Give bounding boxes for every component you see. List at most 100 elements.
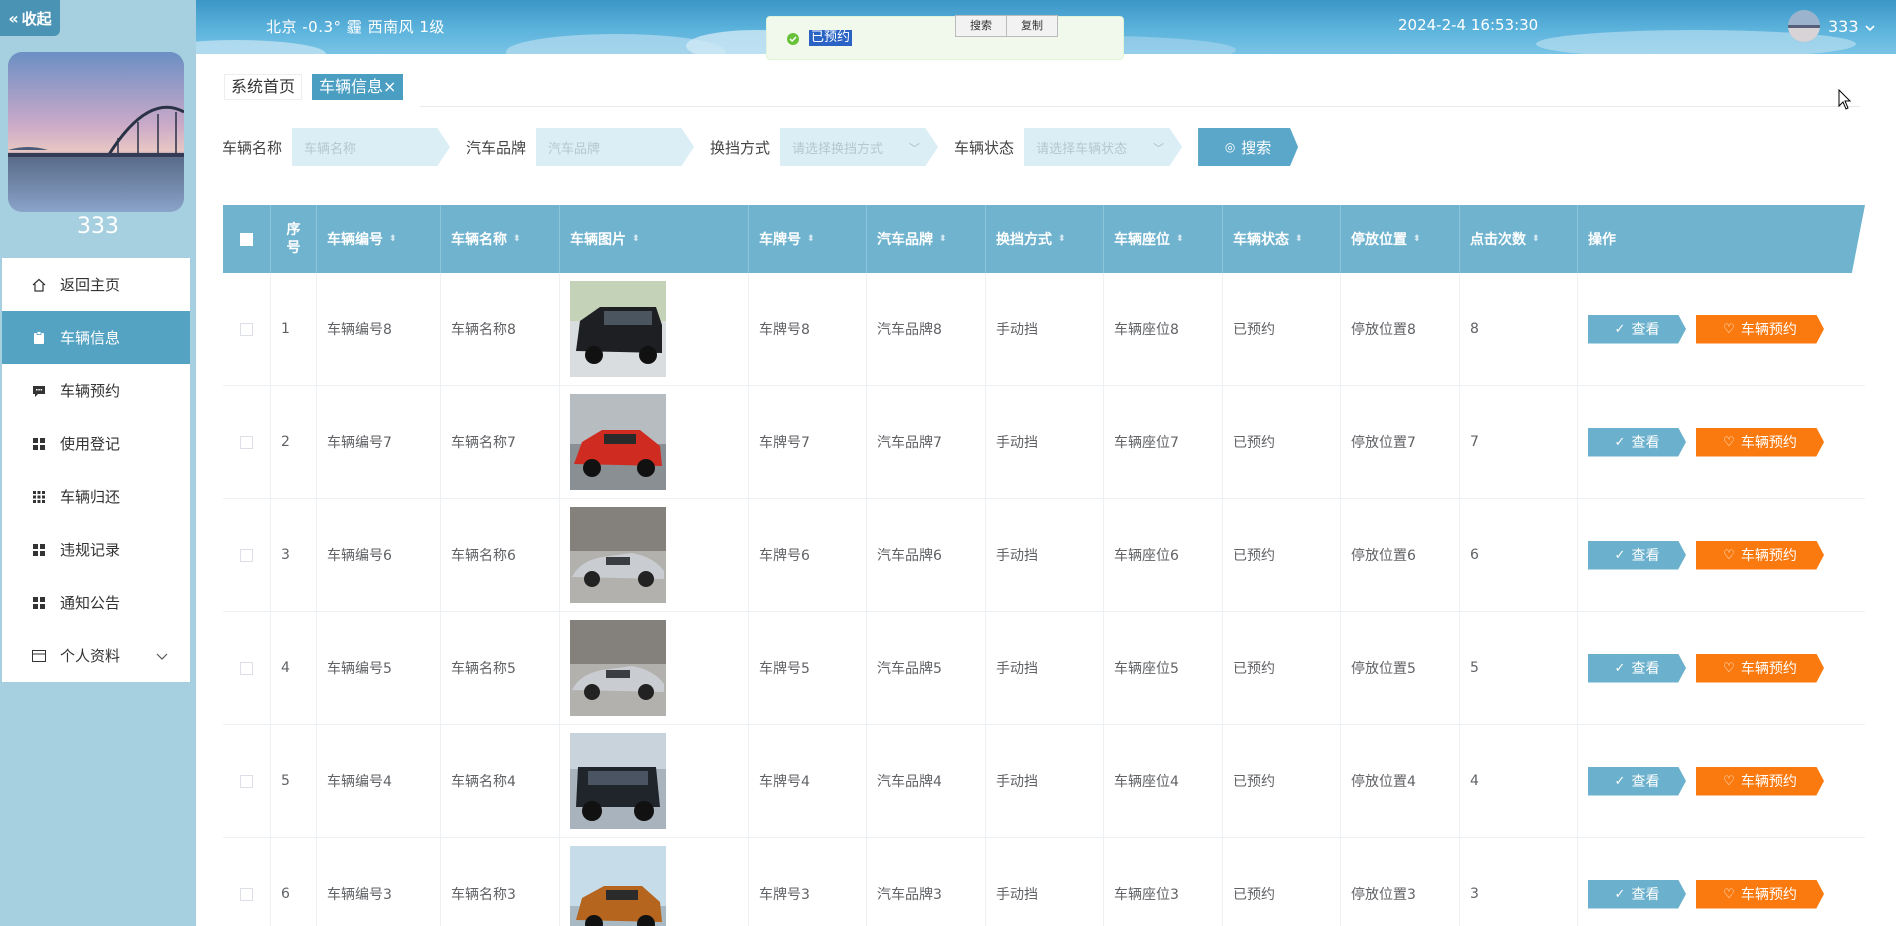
col-status[interactable]: 车辆状态 ⬍ xyxy=(1223,205,1341,273)
sidebar-item-vehicle-return[interactable]: 车辆归还 xyxy=(2,470,190,523)
row-checkbox[interactable] xyxy=(223,725,271,837)
cell-actions: ✓ 查看 ♡ 车辆预约 xyxy=(1578,499,1865,611)
row-checkbox[interactable] xyxy=(223,838,271,926)
car-image[interactable] xyxy=(570,394,666,490)
sort-icon[interactable]: ⬍ xyxy=(1295,234,1303,244)
book-button[interactable]: ♡ 车辆预约 xyxy=(1696,766,1824,796)
row-checkbox[interactable] xyxy=(223,273,271,385)
book-button[interactable]: ♡ 车辆预约 xyxy=(1696,540,1824,570)
chevron-down-icon: ﹀ xyxy=(909,142,921,155)
sidebar-item-vehicle-booking[interactable]: 车辆预约 xyxy=(2,364,190,417)
car-image[interactable] xyxy=(570,733,666,829)
cell-image xyxy=(560,273,749,385)
cell-seq: 1 xyxy=(271,273,317,385)
col-seat[interactable]: 车辆座位 ⬍ xyxy=(1104,205,1223,273)
heart-icon: ♡ xyxy=(1723,547,1735,563)
row-checkbox[interactable] xyxy=(223,499,271,611)
sort-icon[interactable]: ⬍ xyxy=(1058,234,1066,244)
col-brand[interactable]: 汽车品牌 ⬍ xyxy=(867,205,986,273)
view-button[interactable]: ✓ 查看 xyxy=(1588,427,1686,457)
close-icon[interactable]: × xyxy=(383,77,396,96)
book-button[interactable]: ♡ 车辆预约 xyxy=(1696,314,1824,344)
row-checkbox[interactable] xyxy=(223,386,271,498)
sidebar-item-vehicle-info[interactable]: 车辆信息 xyxy=(2,311,190,364)
tab-vehicle-info[interactable]: 车辆信息× xyxy=(312,74,404,100)
cell-clicks: 7 xyxy=(1460,386,1578,498)
col-plate[interactable]: 车牌号 ⬍ xyxy=(749,205,867,273)
cell-image xyxy=(560,725,749,837)
profile-username: 333 xyxy=(77,214,119,239)
view-button[interactable]: ✓ 查看 xyxy=(1588,540,1686,570)
sort-icon[interactable]: ⬍ xyxy=(513,234,521,244)
view-button[interactable]: ✓ 查看 xyxy=(1588,653,1686,683)
sidebar-menu: 返回主页 车辆信息 车辆预约 使用登记 车辆归还 违规记录 通知公告 个人资料 xyxy=(2,258,190,682)
sidebar-item-usage-register[interactable]: 使用登记 xyxy=(2,417,190,470)
vehicle-name-input[interactable]: 车辆名称 xyxy=(292,128,451,166)
cell-actions: ✓ 查看 ♡ 车辆预约 xyxy=(1578,838,1865,926)
view-button[interactable]: ✓ 查看 xyxy=(1588,314,1686,344)
col-park[interactable]: 停放位置 ⬍ xyxy=(1341,205,1460,273)
cell-gear: 手动挡 xyxy=(986,499,1104,611)
col-code[interactable]: 车辆编号 ⬍ xyxy=(317,205,441,273)
row-checkbox[interactable] xyxy=(223,612,271,724)
cell-plate: 车牌号5 xyxy=(749,612,867,724)
book-button[interactable]: ♡ 车辆预约 xyxy=(1696,653,1824,683)
sidebar-item-profile[interactable]: 个人资料 xyxy=(2,629,190,682)
sort-icon[interactable]: ⬍ xyxy=(807,234,815,244)
cell-code: 车辆编号5 xyxy=(317,612,441,724)
search-button[interactable]: ◎ 搜索 xyxy=(1198,128,1299,166)
chevron-down-icon: ﹀ xyxy=(1153,142,1165,155)
col-gear[interactable]: 换挡方式 ⬍ xyxy=(986,205,1104,273)
car-image[interactable] xyxy=(570,281,666,377)
sort-icon[interactable]: ⬍ xyxy=(1532,234,1540,244)
sort-icon[interactable]: ⬍ xyxy=(1413,234,1421,244)
avatar xyxy=(1788,10,1820,42)
cell-status: 已预约 xyxy=(1223,386,1341,498)
book-button[interactable]: ♡ 车辆预约 xyxy=(1696,427,1824,457)
collapse-button[interactable]: « 收起 xyxy=(0,0,60,36)
col-label: 车辆座位 xyxy=(1114,232,1170,248)
cell-park: 停放位置5 xyxy=(1341,612,1460,724)
car-image[interactable] xyxy=(570,507,666,603)
context-search-button[interactable]: 搜索 xyxy=(956,16,1007,36)
view-button[interactable]: ✓ 查看 xyxy=(1588,879,1686,909)
car-image[interactable] xyxy=(570,846,666,926)
check-icon: ✓ xyxy=(1614,434,1626,450)
sort-icon[interactable]: ⬍ xyxy=(389,234,397,244)
sort-icon[interactable]: ⬍ xyxy=(632,234,640,244)
col-label: 车辆编号 xyxy=(327,232,383,248)
select-placeholder: 请选择换挡方式 xyxy=(792,141,884,157)
sidebar-item-notices[interactable]: 通知公告 xyxy=(2,576,190,629)
sidebar-item-label: 返回主页 xyxy=(60,276,121,294)
sidebar-item-home[interactable]: 返回主页 xyxy=(2,258,190,311)
col-image[interactable]: 车辆图片 ⬍ xyxy=(560,205,749,273)
select-all-checkbox[interactable] xyxy=(223,205,271,273)
col-clicks[interactable]: 点击次数 ⬍ xyxy=(1460,205,1578,273)
gear-select[interactable]: 请选择换挡方式 ﹀ xyxy=(780,128,939,166)
cell-actions: ✓ 查看 ♡ 车辆预约 xyxy=(1578,612,1865,724)
search-label-brand: 汽车品牌 xyxy=(466,138,527,157)
user-menu[interactable]: 333 xyxy=(1788,10,1875,42)
cell-seat: 车辆座位3 xyxy=(1104,838,1223,926)
success-toast: 已预约 xyxy=(766,16,1124,60)
context-copy-button[interactable]: 复制 xyxy=(1007,16,1057,36)
view-button[interactable]: ✓ 查看 xyxy=(1588,766,1686,796)
tab-home[interactable]: 系统首页 xyxy=(224,74,303,100)
heart-icon: ♡ xyxy=(1723,434,1735,450)
weather-info: 北京 -0.3° 霾 西南风 1级 xyxy=(266,18,445,36)
status-select[interactable]: 请选择车辆状态 ﹀ xyxy=(1024,128,1183,166)
cell-brand: 汽车品牌3 xyxy=(867,838,986,926)
brand-input[interactable]: 汽车品牌 xyxy=(536,128,695,166)
car-image[interactable] xyxy=(570,620,666,716)
cell-gear: 手动挡 xyxy=(986,386,1104,498)
cell-status: 已预约 xyxy=(1223,725,1341,837)
check-icon: ✓ xyxy=(1614,660,1626,676)
sort-icon[interactable]: ⬍ xyxy=(939,234,947,244)
book-button[interactable]: ♡ 车辆预约 xyxy=(1696,879,1824,909)
cell-brand: 汽车品牌6 xyxy=(867,499,986,611)
col-name[interactable]: 车辆名称 ⬍ xyxy=(441,205,560,273)
sort-icon[interactable]: ⬍ xyxy=(1176,234,1184,244)
table-body: 1 车辆编号8 车辆名称8 车牌号8 汽车品牌8 手动挡 车辆座位8 已预约 停放位置8 8 ✓ 查看… xyxy=(223,273,1865,926)
breadcrumb: 系统首页 车辆信息× xyxy=(224,74,413,100)
sidebar-item-violation-records[interactable]: 违规记录 xyxy=(2,523,190,576)
